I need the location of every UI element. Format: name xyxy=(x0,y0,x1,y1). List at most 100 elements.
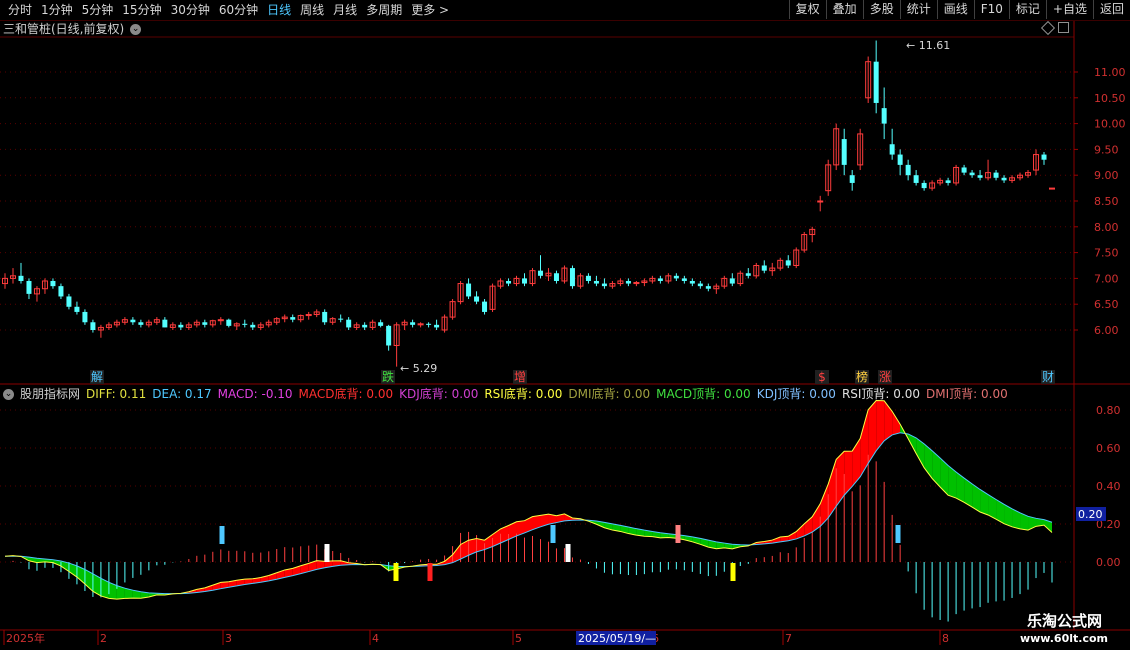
indicator-value-2: MACD: -0.10 xyxy=(217,387,293,401)
candle-body xyxy=(841,139,847,165)
candle-body xyxy=(506,280,512,284)
date-label-1: 2 xyxy=(100,632,107,645)
candle-body xyxy=(474,296,480,302)
indicator-tick-label: 0.60 xyxy=(1096,442,1121,455)
kline-chart[interactable]: 11.00 10.50 10.00 9.50 9.00 8.50 8.00 7.50 7.00 6… xyxy=(0,0,1130,650)
candle-body xyxy=(537,270,543,276)
macd-fill xyxy=(860,409,869,477)
event-marker-1: 跌 xyxy=(382,369,394,384)
macd-fill xyxy=(836,451,845,507)
candle-body xyxy=(466,283,472,297)
candle-body xyxy=(338,318,344,320)
macd-fill xyxy=(868,400,877,464)
candle-body xyxy=(921,182,927,189)
candle-body xyxy=(138,322,144,325)
candle-body xyxy=(881,108,887,124)
candle-body xyxy=(426,323,432,325)
candle-body xyxy=(553,273,559,281)
indicator-value-7: MACD顶背: 0.00 xyxy=(656,387,751,401)
candle-body xyxy=(945,180,951,183)
candle-body xyxy=(961,167,967,173)
candle-body xyxy=(26,280,32,294)
date-label-4: 5 xyxy=(515,632,522,645)
indicator-value-8: KDJ顶背: 0.00 xyxy=(756,387,836,401)
indicator-value-3: MACD底背: 0.00 xyxy=(298,387,394,401)
dea-line xyxy=(4,432,1053,595)
candle-body xyxy=(889,144,895,155)
candle-body xyxy=(242,323,248,325)
event-marker-4: 榜 xyxy=(856,369,868,384)
macd-fill xyxy=(820,484,829,527)
price-tick-label: 6.50 xyxy=(1094,298,1119,311)
macd-fill xyxy=(948,465,957,499)
candle-body xyxy=(178,324,184,328)
candle-body xyxy=(1001,177,1007,181)
macd-fill xyxy=(932,450,941,487)
candle-body xyxy=(897,154,903,165)
candle-body xyxy=(1049,187,1055,190)
candle-body xyxy=(58,286,64,297)
date-label-7: 8 xyxy=(942,632,949,645)
candle-body xyxy=(482,301,488,312)
candle-body xyxy=(90,322,96,330)
indicator-tick-label: 0.80 xyxy=(1096,404,1121,417)
candle-body xyxy=(50,280,56,287)
candle-body xyxy=(697,283,703,287)
candle-body xyxy=(905,164,911,176)
candle-body xyxy=(913,175,919,183)
candle-body xyxy=(689,280,695,284)
candle-body xyxy=(162,319,168,328)
candle-body xyxy=(745,273,751,276)
price-tick-label: 10.50 xyxy=(1094,92,1126,105)
candle-body xyxy=(322,311,328,323)
indicator-value-0: DIFF: 0.11 xyxy=(86,387,147,401)
current-value-label: 0.20 xyxy=(1078,508,1103,521)
candle-body xyxy=(569,268,575,287)
indicator-value-1: DEA: 0.17 xyxy=(152,387,212,401)
signal-marker xyxy=(675,525,681,543)
candle-body xyxy=(993,172,999,178)
signal-marker xyxy=(565,544,571,562)
candle-body xyxy=(705,286,711,289)
signal-marker xyxy=(730,563,736,581)
signal-marker xyxy=(219,526,225,544)
date-label-6: 7 xyxy=(785,632,792,645)
indicator-name[interactable]: 股朋指标网 xyxy=(20,386,80,402)
candle-body xyxy=(74,306,80,312)
signal-marker xyxy=(324,544,330,562)
candle-body xyxy=(969,172,975,176)
event-marker-6: 财 xyxy=(1042,370,1054,384)
low-price-label: ← 5.29 xyxy=(400,362,437,375)
candle-body xyxy=(873,61,879,103)
candle-body xyxy=(681,278,687,281)
indicator-value-4: KDJ底背: 0.00 xyxy=(399,387,479,401)
watermark-url: www.60lt.com xyxy=(1019,632,1108,645)
candle-body xyxy=(673,275,679,279)
candle-body xyxy=(761,265,767,271)
candle-body xyxy=(386,325,392,346)
chevron-down-icon[interactable]: ⌄ xyxy=(3,388,14,400)
candle-body xyxy=(657,278,663,281)
high-price-label: ← 11.61 xyxy=(906,39,950,52)
price-tick-label: 7.50 xyxy=(1094,247,1119,260)
candle-body xyxy=(785,260,791,266)
candle-body xyxy=(290,317,296,320)
candle-body xyxy=(601,283,607,287)
candle-body xyxy=(130,319,136,323)
macd-fill xyxy=(844,451,853,496)
indicator-value-6: DMI底背: 0.00 xyxy=(568,387,651,401)
event-marker-0: 解 xyxy=(91,370,103,384)
macd-fill xyxy=(876,400,885,451)
price-tick-label: 9.50 xyxy=(1094,143,1119,156)
candle-body xyxy=(817,200,824,203)
candle-body xyxy=(977,175,983,178)
date-label-3: 4 xyxy=(372,632,379,645)
indicator-tick-label: 0.00 xyxy=(1096,556,1121,569)
candle-body xyxy=(434,324,440,328)
candle-body xyxy=(362,324,368,328)
price-tick-label: 10.00 xyxy=(1094,118,1126,131)
candle-body xyxy=(346,319,352,328)
price-tick-label: 6.00 xyxy=(1094,324,1119,337)
candle-body xyxy=(378,322,384,326)
candle-body xyxy=(18,275,24,281)
